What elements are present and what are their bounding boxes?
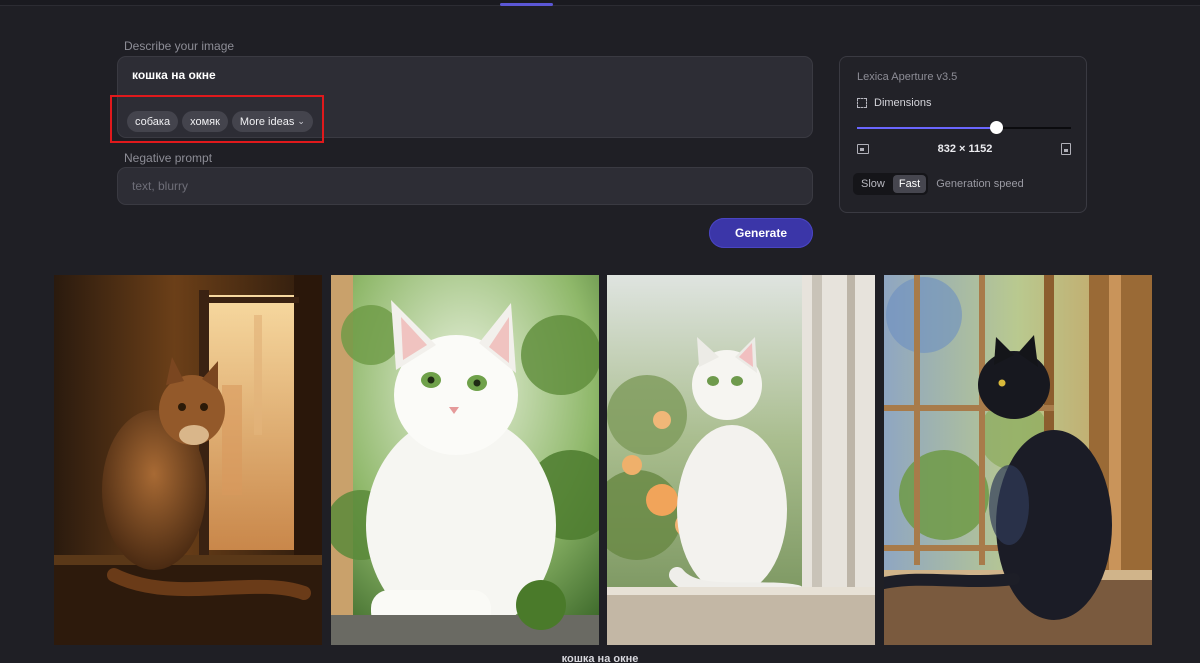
speed-option-fast[interactable]: Fast	[892, 175, 927, 193]
chevron-down-icon: ⌄	[297, 116, 305, 126]
gallery-image-2[interactable]	[331, 275, 599, 645]
black-cat-window-image	[884, 275, 1152, 645]
more-ideas-label: More ideas	[239, 115, 295, 128]
portrait-image-icon[interactable]	[1060, 143, 1071, 155]
slider-handle[interactable]	[990, 121, 1004, 134]
suggestion-chips: собака хомяк More ideas ⌄	[127, 111, 313, 132]
generation-speed-label: Generation speed	[936, 178, 1024, 190]
suggestion-chip-sobaka[interactable]: собака	[127, 111, 179, 132]
white-cat-garden-image	[331, 275, 599, 645]
speed-option-slow[interactable]: Slow	[855, 175, 891, 193]
gallery-image-1[interactable]	[54, 275, 322, 645]
dimensions-label: Dimensions	[874, 97, 932, 109]
gallery-image-4[interactable]	[884, 275, 1152, 645]
gallery-caption: кошка на окне	[561, 653, 639, 663]
prompt-textarea[interactable]: кошка на окне собака хомяк More ideas ⌄	[117, 56, 813, 138]
dimensions-icon	[857, 98, 867, 108]
settings-panel: Lexica Aperture v3.5 Dimensions 832 × 11…	[839, 56, 1087, 213]
model-selector[interactable]: Lexica Aperture v3.5	[857, 71, 957, 83]
prompt-label: Describe your image	[124, 39, 235, 53]
more-ideas-button[interactable]: More ideas ⌄	[231, 111, 313, 132]
speed-row: Slow Fast Generation speed	[853, 173, 1024, 195]
prompt-text[interactable]: кошка на окне	[132, 68, 216, 82]
negative-prompt-input[interactable]	[117, 167, 813, 205]
gallery-image-3[interactable]	[607, 275, 875, 645]
suggestion-chip-khomyak[interactable]: хомяк	[182, 111, 228, 132]
dimensions-value: 832 × 1152	[937, 143, 993, 155]
top-bar	[0, 0, 1200, 6]
active-tab-indicator	[500, 3, 553, 6]
speed-toggle: Slow Fast	[853, 173, 929, 195]
white-cat-roses-image	[607, 275, 875, 645]
tabby-cat-window-image	[54, 275, 322, 645]
slider-fill	[857, 127, 997, 129]
aspect-row: 832 × 1152	[857, 143, 1071, 155]
dimensions-header: Dimensions	[857, 97, 931, 109]
generate-button[interactable]: Generate	[709, 218, 813, 248]
dimensions-slider[interactable]	[857, 121, 1071, 134]
landscape-image-icon[interactable]	[857, 144, 869, 154]
negative-prompt-label: Negative prompt	[124, 151, 213, 165]
